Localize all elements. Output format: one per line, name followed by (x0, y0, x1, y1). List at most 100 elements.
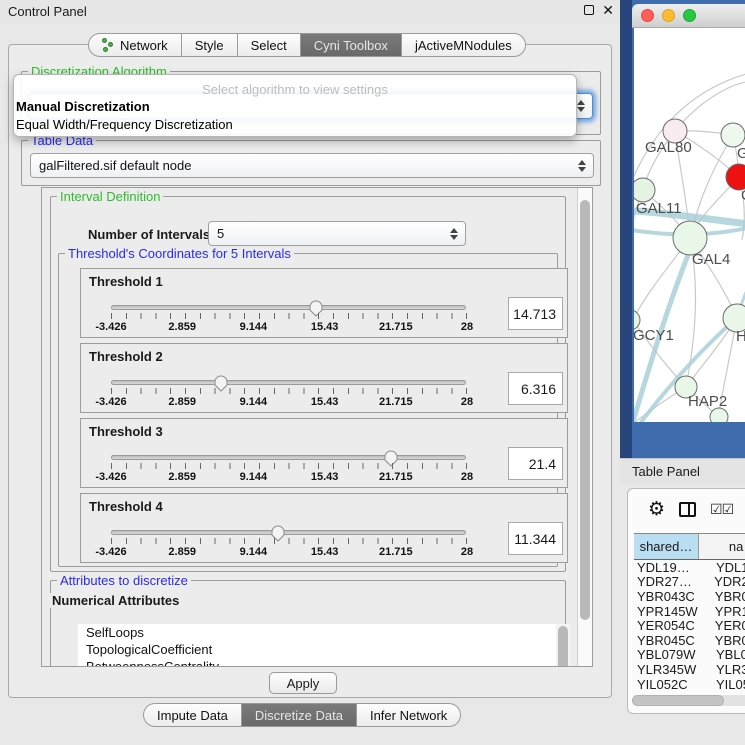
table-row[interactable]: YER054CYER05 (634, 618, 745, 633)
table-row[interactable]: YDL19…YDL19 (634, 560, 745, 575)
table-row[interactable]: YLR345WYLR34 (634, 662, 745, 677)
threshold-slider-track[interactable] (111, 530, 466, 535)
threshold-value-field[interactable]: 6.316 (508, 372, 563, 405)
table-cell[interactable]: YDL19… (634, 560, 706, 575)
slider-handle[interactable] (213, 374, 229, 398)
network-canvas[interactable]: GAL80GACGAL11GAL4GCY1HHAP2 (634, 28, 745, 422)
settings-scrollbar-thumb[interactable] (580, 200, 590, 620)
table-cell[interactable]: YPR145W (634, 604, 705, 619)
table-row[interactable]: YBL079WYBL07 (634, 648, 745, 663)
select-columns-icon[interactable]: ☑☑ (710, 502, 733, 516)
tab-label: Style (195, 38, 224, 53)
number-of-intervals-combobox[interactable]: 5 (208, 221, 466, 246)
table-cell[interactable]: YPR14 (705, 604, 745, 619)
popup-item-manual-discretization[interactable]: Manual Discretization (16, 99, 150, 114)
table-cell[interactable]: YBR04 (705, 589, 745, 604)
table-cell[interactable]: YDR27 (704, 574, 745, 589)
table-cell[interactable]: YBR045C (634, 633, 705, 648)
table-row[interactable]: YPR145WYPR14 (634, 604, 745, 619)
table-row[interactable]: YDR27…YDR27 (634, 575, 745, 590)
attribute-list-item[interactable]: SelfLoops (78, 624, 556, 641)
tab-label: Impute Data (157, 708, 228, 723)
threshold-row-3: Threshold 3 -3.4262.8599.14415.4321.7152… (80, 418, 568, 488)
table-scrollbar-thumb[interactable] (632, 695, 724, 706)
slider-ticks (111, 538, 467, 544)
table-cell[interactable]: YIL052C (634, 677, 706, 691)
table-data-combobox[interactable]: galFiltered.sif default node (30, 153, 594, 178)
table-cell[interactable]: YLR345W (634, 662, 706, 677)
tab-impute-data[interactable]: Impute Data (143, 703, 242, 727)
apply-button[interactable]: Apply (269, 672, 337, 694)
attributes-scrollbar[interactable] (556, 624, 570, 667)
threshold-slider-track[interactable] (111, 455, 466, 460)
network-node-label: H (736, 328, 745, 345)
number-of-intervals-value: 5 (217, 226, 224, 241)
table-cell[interactable]: YIL05 (706, 677, 745, 691)
table-row[interactable]: YIL052CYIL05 (634, 677, 745, 691)
scale-tick-label: 21.715 (379, 396, 413, 408)
slider-handle[interactable] (383, 449, 399, 473)
slider-handle[interactable] (308, 299, 324, 323)
table-toolbar: ⚙ ☑☑ (628, 489, 745, 529)
attributes-group-label: Attributes to discretize (57, 573, 191, 588)
network-node[interactable] (673, 221, 707, 255)
tab-infer-network[interactable]: Infer Network (357, 703, 461, 727)
close-panel-icon[interactable]: ✕ (602, 3, 614, 17)
scale-tick-label: 15.43 (311, 396, 339, 408)
cyni-toolbox-panel: Discretization Algorithm Table Data galF… (8, 44, 612, 698)
slider-scale: -3.4262.8599.14415.4321.71528 (111, 396, 467, 408)
zoom-traffic-light-icon[interactable] (683, 9, 696, 22)
table-cell[interactable]: YDR27… (634, 574, 704, 589)
threshold-value-field[interactable]: 21.4 (508, 447, 563, 480)
split-columns-icon[interactable] (679, 502, 696, 517)
slider-scale: -3.4262.8599.14415.4321.71528 (111, 321, 467, 333)
network-view[interactable]: GAL80GACGAL11GAL4GCY1HHAP2 (634, 28, 745, 422)
table-cell[interactable]: YBL079W (634, 647, 706, 662)
threshold-slider-track[interactable] (111, 305, 466, 310)
column-header-name[interactable]: na (699, 534, 745, 559)
tab-label: Cyni Toolbox (314, 38, 388, 53)
attributes-scrollbar-thumb[interactable] (558, 626, 568, 667)
table-cell[interactable]: YBR04 (705, 633, 745, 648)
network-node[interactable] (710, 408, 728, 422)
column-header-shared-name[interactable]: shared… (634, 534, 699, 559)
table-horizontal-scrollbar[interactable] (632, 695, 745, 706)
tab-style[interactable]: Style (182, 33, 238, 57)
minimize-traffic-light-icon[interactable] (662, 9, 675, 22)
table-cell[interactable]: YLR34 (706, 662, 745, 677)
node-table[interactable]: shared… na YDL19…YDL19YDR27…YDR27YBR043C… (634, 533, 745, 691)
slider-handle[interactable] (270, 524, 286, 548)
scale-tick-label: 28 (461, 471, 473, 483)
table-cell[interactable]: YBL07 (706, 647, 745, 662)
threshold-value-field[interactable]: 14.713 (508, 297, 563, 330)
network-node[interactable] (721, 123, 745, 147)
table-row[interactable]: YBR043CYBR04 (634, 589, 745, 604)
table-cell[interactable]: YBR043C (634, 589, 705, 604)
threshold-slider-track[interactable] (111, 380, 466, 385)
table-cell[interactable]: YER054C (634, 618, 705, 633)
table-row[interactable]: YBR045CYBR04 (634, 633, 745, 648)
float-window-icon[interactable] (584, 5, 594, 15)
slider-ticks (111, 388, 467, 394)
numerical-attributes-list[interactable]: SelfLoopsTopologicalCoefficientBetweenne… (78, 624, 556, 667)
table-cell[interactable]: YER05 (705, 618, 745, 633)
table-cell[interactable]: YDL19 (706, 560, 745, 575)
close-traffic-light-icon[interactable] (641, 9, 654, 22)
threshold-value-field[interactable]: 11.344 (508, 522, 563, 555)
tab-cyni-toolbox[interactable]: Cyni Toolbox (301, 33, 402, 57)
combo-stepper-icon (577, 100, 585, 112)
attribute-list-item[interactable]: TopologicalCoefficient (78, 641, 556, 658)
scale-tick-label: -3.426 (95, 321, 126, 333)
tab-network[interactable]: Network (88, 33, 182, 57)
popup-item-equal-width-frequency[interactable]: Equal Width/Frequency Discretization (16, 117, 233, 132)
tab-jactivemnodules[interactable]: jActiveMNodules (402, 33, 526, 57)
network-window-titlebar[interactable] (632, 4, 745, 28)
attribute-list-item[interactable]: BetweennessCentrality (78, 658, 556, 667)
scale-tick-label: 21.715 (379, 321, 413, 333)
settings-scrollbar[interactable] (577, 188, 592, 666)
control-panel-titlebar: Control Panel ✕ (0, 0, 620, 24)
network-node[interactable] (634, 178, 655, 202)
tab-discretize-data[interactable]: Discretize Data (242, 703, 357, 727)
table-settings-gear-icon[interactable]: ⚙ (648, 500, 665, 519)
tab-select[interactable]: Select (238, 33, 301, 57)
